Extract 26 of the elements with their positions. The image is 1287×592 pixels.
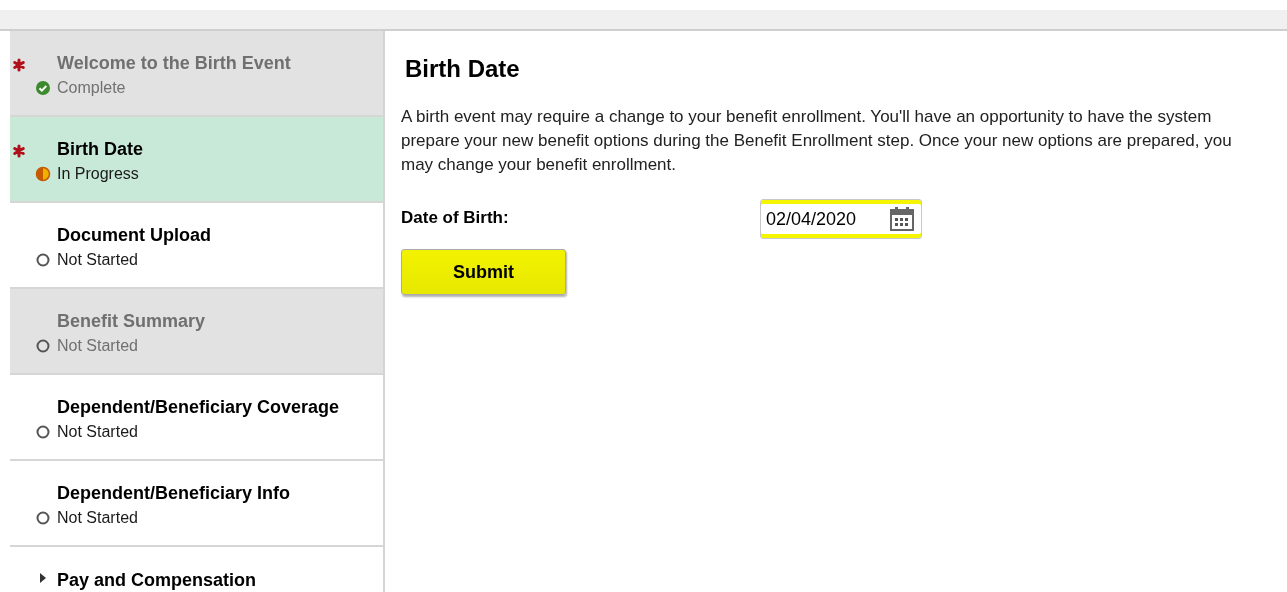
empty-circle-icon xyxy=(35,510,51,526)
check-circle-icon xyxy=(35,80,51,96)
step-title: Birth Date xyxy=(57,138,143,160)
step-status: Not Started xyxy=(57,250,138,270)
calendar-icon[interactable] xyxy=(889,206,915,232)
date-of-birth-label: Date of Birth: xyxy=(401,207,510,229)
step-title: Welcome to the Birth Event xyxy=(57,52,291,74)
step-status: In Progress xyxy=(57,164,139,184)
page-heading: Birth Date xyxy=(405,54,521,84)
half-circle-icon xyxy=(35,166,51,182)
step-title: Document Upload xyxy=(57,224,211,246)
empty-circle-icon xyxy=(35,424,51,440)
group-title[interactable]: Pay and Compensation xyxy=(57,569,257,591)
step-status: Not Started xyxy=(57,422,138,442)
empty-circle-icon xyxy=(35,252,51,268)
empty-circle-icon xyxy=(35,338,51,354)
step-title: Dependent/Beneficiary Info xyxy=(57,482,291,504)
step-status: Not Started xyxy=(57,508,138,528)
step-title: Dependent/Beneficiary Coverage xyxy=(57,396,340,418)
step-status: Complete xyxy=(57,78,126,98)
step-item[interactable]: Birth Date In Progress xyxy=(10,117,383,203)
date-field[interactable]: 02/04/2020 xyxy=(760,199,922,239)
description-paragraph: A birth event may require a change to your benefit enrollment. You'll have an opportunity to have the system prepare your new benefit options during the Benefit Enrollment step. Once your new options are prepared, you may change your benefit enrollment. xyxy=(401,106,1233,176)
step-status: Not Started xyxy=(57,336,138,356)
submit-button[interactable]: Submit xyxy=(401,249,566,295)
step-title: Benefit Summary xyxy=(57,310,206,332)
